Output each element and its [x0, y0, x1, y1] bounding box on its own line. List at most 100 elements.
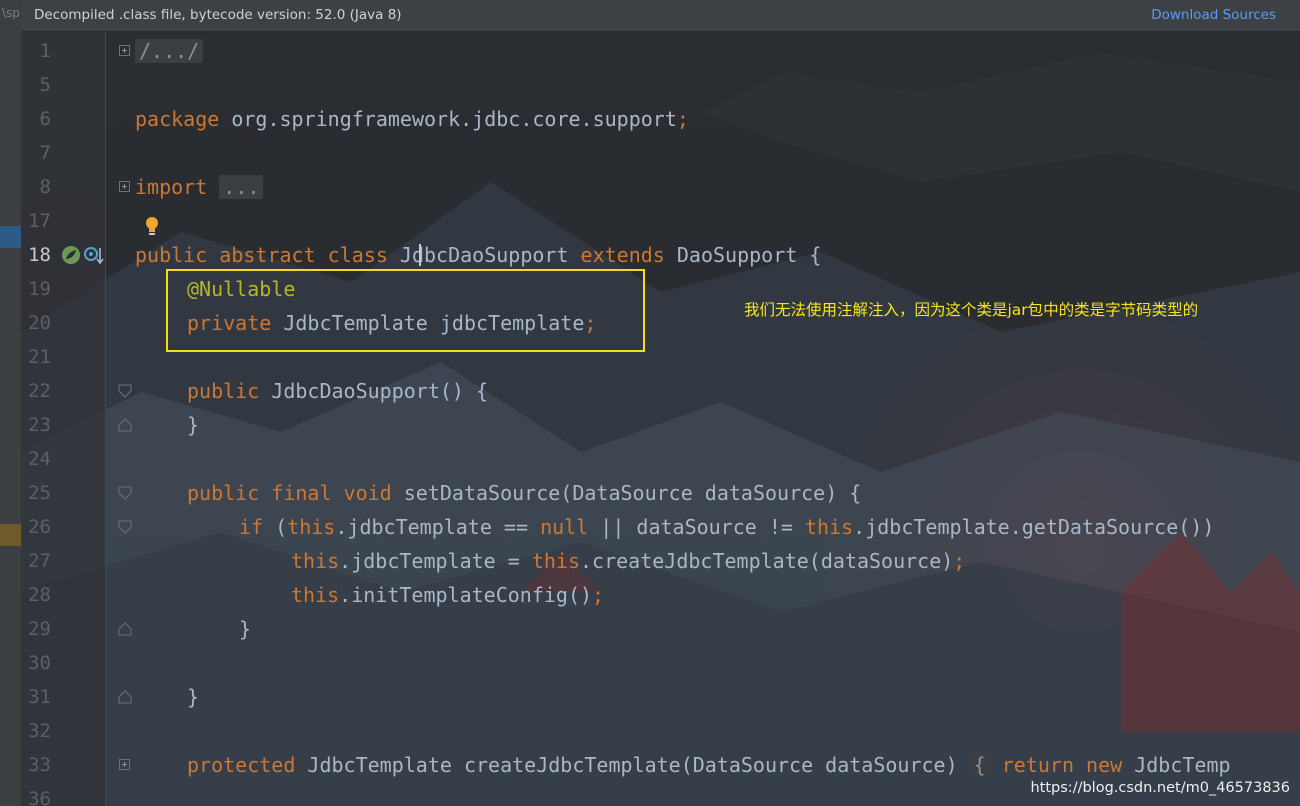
line-number: 8: [39, 176, 51, 198]
fold-collapse-icon[interactable]: [118, 418, 132, 432]
line-number: 23: [28, 414, 51, 436]
highlight-box: [166, 269, 645, 352]
line-number: 36: [28, 788, 51, 806]
intention-bulb-icon[interactable]: [144, 216, 160, 238]
keyword: extends: [580, 243, 665, 267]
semicolon: ;: [953, 549, 966, 573]
download-sources-link[interactable]: Download Sources: [1151, 7, 1276, 23]
code-token: org.springframework.jdbc.core.support: [219, 107, 677, 131]
code-line[interactable]: 1 /.../: [21, 34, 1300, 68]
code-text: public JdbcDaoSupport() {: [187, 374, 488, 408]
code-line[interactable]: 23 }: [21, 408, 1300, 442]
line-number: 32: [28, 720, 51, 742]
decompiled-message: Decompiled .class file, bytecode version…: [34, 7, 402, 23]
code-text: }: [187, 408, 199, 442]
code-token: .createJdbcTemplate(dataSource): [580, 549, 954, 573]
code-token: (: [263, 515, 288, 539]
code-token: .initTemplateConfig(): [339, 583, 593, 607]
code-line[interactable]: 24: [21, 442, 1300, 476]
code-text: public abstract class JdbcDaoSupport ext…: [135, 238, 821, 272]
code-token: JdbcDaoSupport() {: [259, 379, 489, 403]
decompiled-notification-bar: Decompiled .class file, bytecode version…: [21, 0, 1300, 32]
code-line[interactable]: 5: [21, 68, 1300, 102]
code-token: .jdbcTemplate.getDataSource()): [853, 515, 1215, 539]
code-line[interactable]: 17: [21, 204, 1300, 238]
code-line[interactable]: 33 protected JdbcTemplate createJdbcTemp…: [21, 748, 1300, 782]
code-text: if (this.jdbcTemplate == null || dataSou…: [239, 510, 1214, 544]
code-line[interactable]: 18 public abstract class JdbcDaoSupport …: [21, 238, 1300, 272]
keyword: if: [239, 515, 264, 539]
annotation-note: 我们无法使用注解注入，因为这个类是jar包中的类是字节码类型的: [744, 301, 1199, 319]
fold-collapse-icon[interactable]: [118, 486, 132, 500]
code-line[interactable]: 26 if (this.jdbcTemplate == null || data…: [21, 510, 1300, 544]
line-number: 6: [39, 108, 51, 130]
line-number: 17: [28, 210, 51, 232]
line-number: 30: [28, 652, 51, 674]
code-line[interactable]: 7: [21, 136, 1300, 170]
folded-method-body[interactable]: {: [969, 753, 990, 777]
project-marked-row[interactable]: [0, 524, 21, 546]
code-line[interactable]: 8 import ...: [21, 170, 1300, 204]
code-text: this.initTemplateConfig();: [291, 578, 604, 612]
line-number: 25: [28, 482, 51, 504]
project-selected-row[interactable]: [0, 226, 21, 248]
fold-expand-icon[interactable]: [119, 45, 130, 56]
code-token: (DataSource dataSource) {: [560, 481, 862, 505]
code-text: package org.springframework.jdbc.core.su…: [135, 102, 689, 136]
implements-icon[interactable]: [83, 245, 105, 267]
line-number: 24: [28, 448, 51, 470]
keyword: protected: [187, 753, 296, 777]
line-number: 7: [39, 142, 51, 164]
line-number: 20: [28, 312, 51, 334]
keyword: this: [804, 515, 854, 539]
code-line[interactable]: 25 public final void setDataSource(DataS…: [21, 476, 1300, 510]
folded-header-comment[interactable]: /.../: [135, 39, 204, 63]
code-token: }: [187, 413, 200, 437]
line-number: 29: [28, 618, 51, 640]
keyword: null: [540, 515, 589, 539]
project-panel-text: \sp: [2, 6, 20, 20]
code-line[interactable]: 29 }: [21, 612, 1300, 646]
keyword: public: [187, 379, 260, 403]
code-line[interactable]: 27 this.jdbcTemplate = this.createJdbcTe…: [21, 544, 1300, 578]
code-line[interactable]: 28 this.initTemplateConfig();: [21, 578, 1300, 612]
keyword: public abstract class: [135, 243, 388, 267]
line-number: 5: [39, 74, 51, 96]
code-token: || dataSource !=: [588, 515, 805, 539]
code-line[interactable]: 32: [21, 714, 1300, 748]
line-number: 22: [28, 380, 51, 402]
code-editor[interactable]: 1 /.../ 5 6 package org.springframework.…: [21, 32, 1300, 806]
code-line[interactable]: 6 package org.springframework.jdbc.core.…: [21, 102, 1300, 136]
keyword: this: [291, 583, 340, 607]
code-text: }: [239, 612, 251, 646]
ide-window: \sp Decompiled .class file, bytecode ver…: [0, 0, 1300, 806]
keyword: public final void: [187, 481, 392, 505]
watermark: https://blog.csdn.net/m0_46573836: [1030, 780, 1290, 796]
line-number: 33: [28, 754, 51, 776]
class-name[interactable]: JdbcDaoSupport: [400, 243, 569, 267]
code-token: .jdbcTemplate =: [339, 549, 532, 573]
spring-bean-icon[interactable]: [61, 245, 81, 265]
line-number: 28: [28, 584, 51, 606]
keyword: import: [135, 175, 208, 199]
line-number: 18: [28, 244, 51, 266]
code-token: DaoSupport {: [664, 243, 822, 267]
fold-collapse-icon[interactable]: [118, 690, 132, 704]
project-panel-edge[interactable]: \sp: [0, 0, 22, 806]
code-text: import ...: [135, 170, 264, 204]
fold-collapse-icon[interactable]: [118, 384, 132, 398]
fold-collapse-icon[interactable]: [118, 622, 132, 636]
folded-imports[interactable]: ...: [219, 175, 264, 199]
code-line[interactable]: 30: [21, 646, 1300, 680]
line-number: 26: [28, 516, 51, 538]
text-caret: [419, 244, 421, 266]
fold-expand-icon[interactable]: [119, 759, 130, 770]
code-line[interactable]: 22 public JdbcDaoSupport() {: [21, 374, 1300, 408]
fold-collapse-icon[interactable]: [118, 520, 132, 534]
code-token: JdbcTemp: [1122, 753, 1231, 777]
semicolon: ;: [676, 107, 689, 131]
line-number: 19: [28, 278, 51, 300]
code-line[interactable]: 31 }: [21, 680, 1300, 714]
code-text: this.jdbcTemplate = this.createJdbcTempl…: [291, 544, 965, 578]
fold-expand-icon[interactable]: [119, 181, 130, 192]
